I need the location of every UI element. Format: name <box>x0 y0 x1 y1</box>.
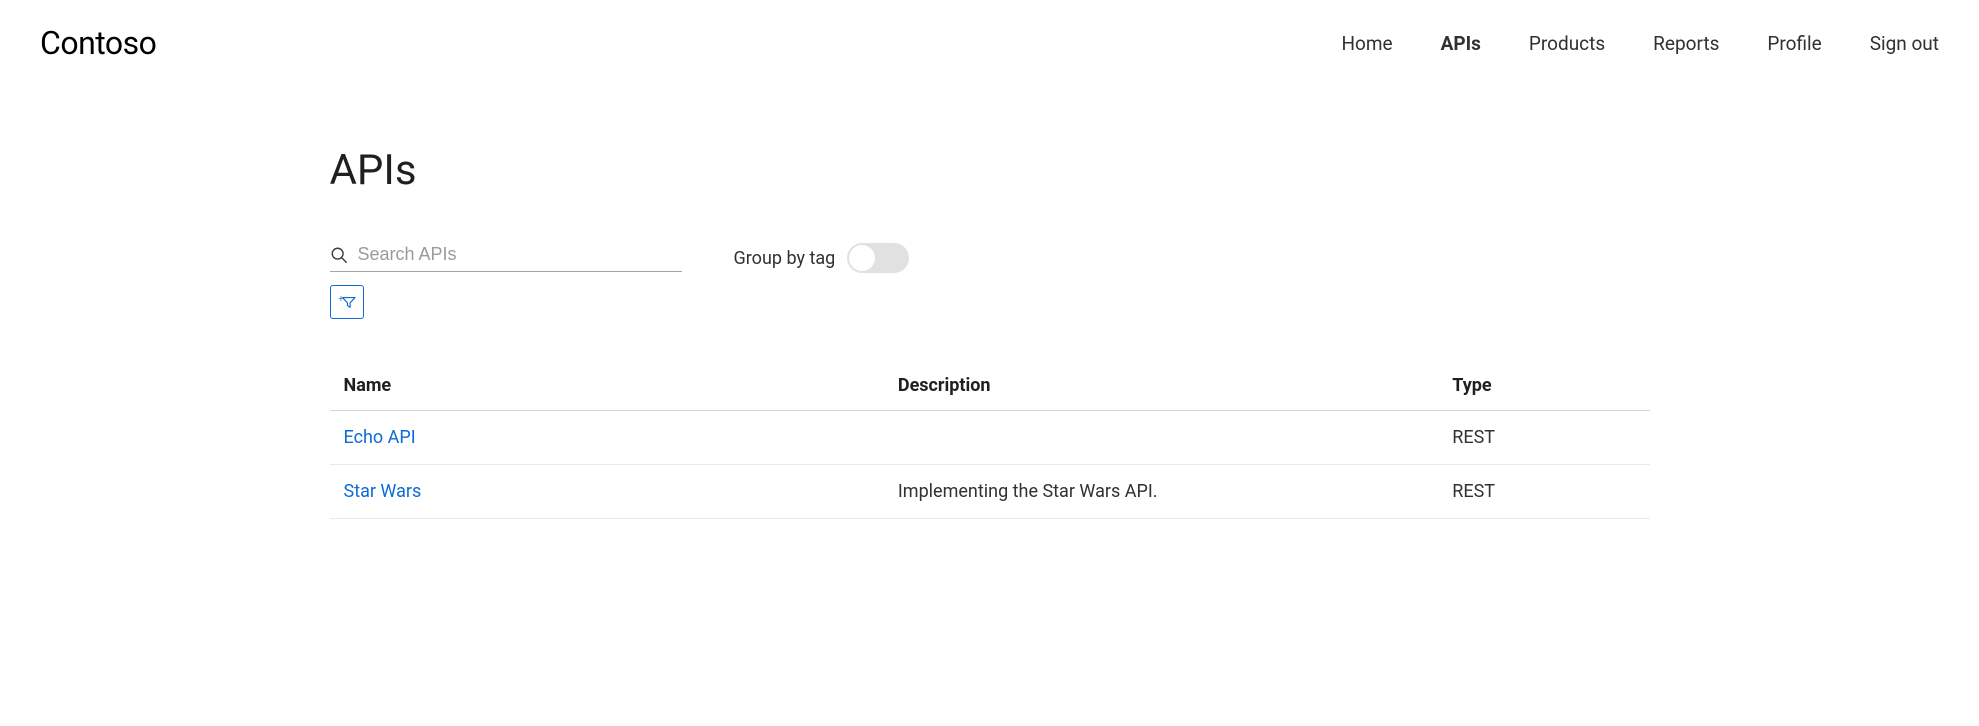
group-by-tag-toggle[interactable] <box>847 243 909 273</box>
api-name-cell: Echo API <box>330 411 884 465</box>
api-type-cell: REST <box>1438 411 1649 465</box>
nav-item-products[interactable]: Products <box>1529 32 1605 55</box>
table-row: Echo API REST <box>330 411 1650 465</box>
api-link[interactable]: Star Wars <box>344 481 422 502</box>
api-description-cell: Implementing the Star Wars API. <box>884 465 1438 519</box>
top-nav: Home APIs Products Reports Profile Sign … <box>1341 32 1939 55</box>
search-field-wrap <box>330 244 682 272</box>
toggle-knob <box>849 245 875 271</box>
api-name-cell: Star Wars <box>330 465 884 519</box>
table-row: Star Wars Implementing the Star Wars API… <box>330 465 1650 519</box>
header: Contoso Home APIs Products Reports Profi… <box>0 0 1979 86</box>
search-input[interactable] <box>358 244 682 265</box>
column-header-type: Type <box>1438 363 1649 411</box>
table-header-row: Name Description Type <box>330 363 1650 411</box>
nav-item-home[interactable]: Home <box>1341 32 1392 55</box>
search-icon <box>330 246 348 264</box>
column-header-name: Name <box>330 363 884 411</box>
content: APIs Group by tag + Name Description <box>330 86 1650 519</box>
group-by-tag-control: Group by tag <box>730 243 910 273</box>
api-table: Name Description Type Echo API REST Star… <box>330 363 1650 519</box>
page-title: APIs <box>330 146 1650 195</box>
brand-logo: Contoso <box>40 24 156 62</box>
controls-row: Group by tag <box>330 243 1650 273</box>
column-header-description: Description <box>884 363 1438 411</box>
add-filter-button[interactable]: + <box>330 285 364 319</box>
api-type-cell: REST <box>1438 465 1649 519</box>
nav-item-reports[interactable]: Reports <box>1653 32 1719 55</box>
nav-item-sign-out[interactable]: Sign out <box>1870 32 1939 55</box>
filter-add-icon: + <box>338 294 356 310</box>
api-link[interactable]: Echo API <box>344 427 416 448</box>
nav-item-apis[interactable]: APIs <box>1441 32 1481 55</box>
group-by-tag-label: Group by tag <box>734 248 836 269</box>
svg-text:+: + <box>338 294 344 305</box>
nav-item-profile[interactable]: Profile <box>1767 32 1821 55</box>
api-description-cell <box>884 411 1438 465</box>
